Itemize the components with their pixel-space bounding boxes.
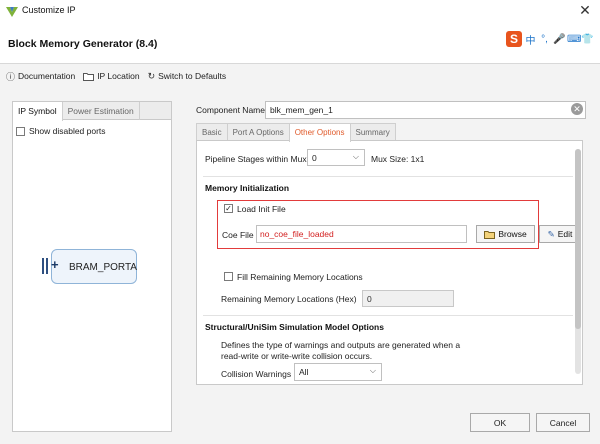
fill-remaining-label: Fill Remaining Memory Locations (237, 272, 363, 282)
tab-ip-symbol[interactable]: IP Symbol (13, 102, 63, 121)
expand-plus-icon[interactable]: + (51, 258, 59, 271)
show-disabled-ports-label: Show disabled ports (29, 126, 106, 136)
config-tabs: Basic Port A Options Other Options Summa… (196, 123, 396, 142)
ime-toolbar: S 中 °, 🎤 ⌨ 👕 (506, 30, 593, 48)
clear-icon[interactable]: ✕ (571, 103, 583, 115)
ip-location-label: IP Location (97, 71, 140, 81)
divider (203, 176, 573, 177)
ok-button[interactable]: OK (470, 413, 530, 432)
ime-punctuation-icon[interactable]: °, (539, 34, 550, 45)
chevron-down-icon: ⌵ (369, 366, 376, 375)
pipeline-stages-select[interactable]: 0 ⌵ (307, 149, 365, 166)
documentation-menu[interactable]: ⓘ Documentation (6, 70, 75, 83)
ime-chinese-mode[interactable]: 中 (525, 32, 536, 47)
vivado-app-icon (6, 7, 18, 17)
remaining-locations-input[interactable]: 0 (362, 290, 454, 307)
dialog-header: Block Memory Generator (8.4) S 中 °, 🎤 ⌨ … (0, 22, 600, 64)
folder-open-icon (484, 230, 496, 239)
cancel-label: Cancel (549, 417, 577, 428)
ip-symbol-panel: IP Symbol Power Estimation Show disabled… (12, 101, 172, 432)
pipeline-stages-value: 0 (312, 153, 317, 163)
show-disabled-ports-row[interactable]: Show disabled ports (13, 120, 171, 142)
collision-warnings-value: All (299, 367, 309, 377)
info-icon: ⓘ (6, 71, 16, 82)
edit-label: Edit (557, 229, 573, 239)
switch-defaults-button[interactable]: ↻ Switch to Defaults (148, 71, 227, 82)
title-bar: Customize IP ✕ (0, 0, 600, 22)
ime-microphone-icon[interactable]: 🎤 (553, 34, 565, 45)
coe-file-label: Coe File (222, 230, 254, 240)
pipeline-stages-label: Pipeline Stages within Mux (205, 154, 307, 164)
remaining-locations-label: Remaining Memory Locations (Hex) (221, 294, 357, 304)
tab-summary[interactable]: Summary (349, 123, 396, 141)
browse-label: Browse (498, 229, 527, 239)
collision-warnings-select[interactable]: All ⌵ (294, 363, 382, 381)
sim-description-line2: read-write or write-write collision occu… (221, 351, 373, 361)
divider (203, 315, 573, 316)
memory-init-title: Memory Initialization (205, 183, 290, 193)
sim-options-title: Structural/UniSim Simulation Model Optio… (205, 322, 384, 332)
vertical-scrollbar[interactable] (575, 149, 581, 374)
component-name-label: Component Name (196, 105, 265, 115)
ip-location-button[interactable]: IP Location (83, 71, 140, 81)
other-options-panel: Pipeline Stages within Mux 0 ⌵ Mux Size:… (196, 140, 583, 385)
refresh-icon: ↻ (147, 70, 156, 81)
ime-keyboard-icon[interactable]: ⌨ (567, 34, 581, 45)
dialog-toolbar: ⓘ Documentation IP Location ↻ Switch to … (0, 64, 600, 88)
sogou-logo-icon[interactable]: S (506, 31, 522, 47)
documentation-label: Documentation (18, 71, 76, 81)
show-disabled-ports-checkbox[interactable] (16, 126, 25, 136)
bram-porta-label: BRAM_PORTA (69, 262, 137, 273)
tab-port-a-options[interactable]: Port A Options (226, 123, 290, 141)
ok-label: OK (493, 417, 507, 428)
sim-description-line1: Defines the type of warnings and outputs… (221, 340, 461, 350)
left-tabs: IP Symbol Power Estimation (13, 102, 171, 121)
component-name-input[interactable]: blk_mem_gen_1 (265, 101, 586, 119)
ip-name-heading: Block Memory Generator (8.4) (8, 38, 158, 50)
coe-file-input[interactable]: no_coe_file_loaded (256, 225, 467, 243)
window-title: Customize IP (22, 5, 76, 15)
collision-warnings-label: Collision Warnings (221, 369, 292, 379)
load-init-file-checkbox[interactable]: ✓ (224, 204, 233, 213)
switch-defaults-label: Switch to Defaults (158, 71, 227, 81)
edit-pencil-icon: ✎ (547, 228, 555, 239)
port-bus-line (46, 258, 48, 274)
load-init-file-label: Load Init File (237, 204, 286, 214)
tab-power-estimation[interactable]: Power Estimation (63, 102, 140, 120)
port-bus-line (42, 258, 44, 274)
scrollbar-thumb[interactable] (575, 149, 581, 329)
browse-button[interactable]: Browse (476, 225, 535, 243)
folder-icon (83, 72, 95, 81)
ime-skin-icon[interactable]: 👕 (581, 34, 593, 45)
tab-other-options[interactable]: Other Options (288, 123, 351, 142)
fill-remaining-checkbox[interactable] (224, 272, 233, 281)
close-window-icon[interactable]: ✕ (578, 3, 592, 17)
cancel-button[interactable]: Cancel (536, 413, 590, 432)
mux-size-text: Mux Size: 1x1 (371, 154, 425, 164)
tab-basic[interactable]: Basic (196, 123, 228, 141)
chevron-down-icon: ⌵ (352, 152, 359, 161)
